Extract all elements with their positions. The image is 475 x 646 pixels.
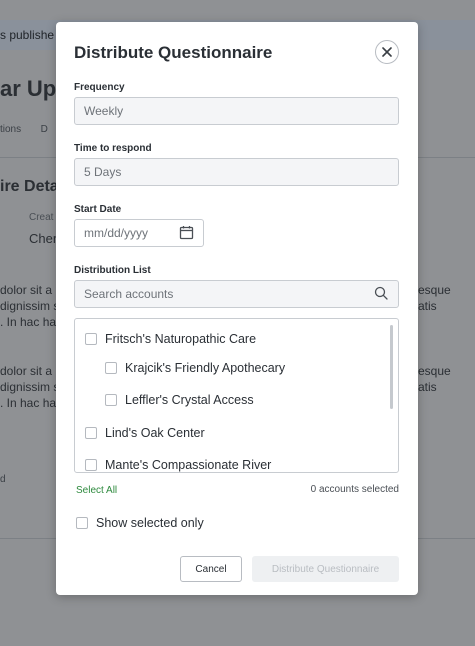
paragraph-2-right-1: esque (418, 364, 451, 378)
checkbox[interactable] (85, 427, 97, 439)
cancel-button[interactable]: Cancel (180, 556, 242, 582)
paragraph-1-line-1: dolor sit a (0, 283, 53, 297)
paragraph-1-line-2: dignissim s (0, 299, 60, 313)
paragraph-2-line-1: dolor sit a (0, 364, 53, 378)
list-item-label: Fritsch's Naturopathic Care (105, 332, 257, 346)
list-item-label: Leffler's Crystal Access (125, 393, 254, 407)
frequency-label: Frequency (74, 82, 125, 93)
paragraph-1-line-3: . In hac ha (0, 315, 57, 329)
paragraph-1-right-2: atis (418, 299, 437, 313)
checkbox[interactable] (105, 362, 117, 374)
distribute-questionnaire-modal: Distribute Questionnaire Frequency Weekl… (56, 22, 418, 595)
list-item[interactable]: Mante's Compassionate River (85, 458, 271, 472)
select-all-link[interactable]: Select All (76, 485, 117, 496)
list-item[interactable]: Leffler's Crystal Access (105, 393, 254, 407)
accounts-list[interactable]: Fritsch's Naturopathic Care Krajcik's Fr… (74, 318, 399, 473)
checkbox[interactable] (85, 333, 97, 345)
checkbox[interactable] (85, 459, 97, 471)
modal-title: Distribute Questionnaire (74, 43, 273, 62)
time-to-respond-field[interactable]: 5 Days (74, 158, 399, 186)
close-button[interactable] (375, 40, 399, 64)
created-label: Creat (29, 212, 54, 223)
footer-text: d (0, 474, 6, 485)
paragraph-2-right-2: atis (418, 380, 437, 394)
checkbox[interactable] (76, 517, 88, 529)
show-selected-only-label: Show selected only (96, 516, 204, 530)
calendar-icon[interactable] (179, 225, 194, 240)
search-icon (374, 286, 388, 300)
paragraph-1-right-1: esque (418, 283, 451, 297)
search-accounts-input[interactable]: Search accounts (74, 280, 399, 308)
selected-count: 0 accounts selected (310, 484, 399, 495)
list-item[interactable]: Fritsch's Naturopathic Care (85, 332, 256, 346)
list-item-label: Lind's Oak Center (105, 426, 205, 440)
banner-text: s publishe (0, 28, 55, 42)
close-icon (382, 47, 392, 57)
distribute-questionnaire-button[interactable]: Distribute Questionnaire (252, 556, 399, 582)
checkbox[interactable] (105, 394, 117, 406)
list-item[interactable]: Lind's Oak Center (85, 426, 205, 440)
show-selected-only-toggle[interactable]: Show selected only (76, 516, 204, 530)
list-item[interactable]: Krajcik's Friendly Apothecary (105, 361, 285, 375)
created-value: Cher (29, 231, 58, 246)
list-scrollbar[interactable] (390, 325, 393, 409)
time-to-respond-label: Time to respond (74, 143, 152, 154)
list-item-label: Mante's Compassionate River (105, 458, 272, 472)
paragraph-2-line-2: dignissim s (0, 380, 60, 394)
list-item-label: Krajcik's Friendly Apothecary (125, 361, 286, 375)
frequency-field[interactable]: Weekly (74, 97, 399, 125)
start-date-label: Start Date (74, 204, 122, 215)
section-title: ire Deta (0, 178, 59, 195)
page-tabs: tions D (0, 124, 48, 135)
paragraph-2-line-3: . In hac ha (0, 396, 57, 410)
distribution-list-label: Distribution List (74, 265, 151, 276)
